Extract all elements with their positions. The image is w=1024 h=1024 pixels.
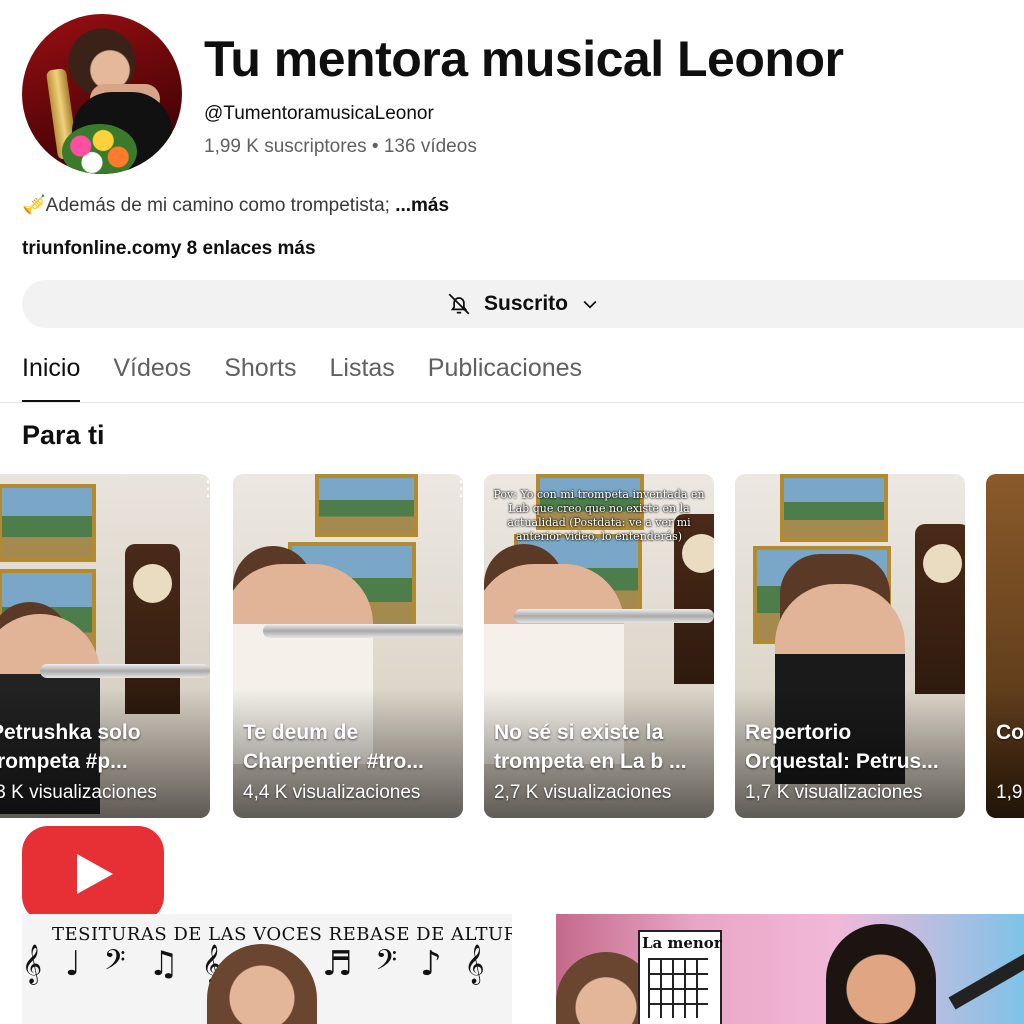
tab-publicaciones[interactable]: Publicaciones [428, 354, 582, 402]
channel-avatar[interactable] [22, 14, 182, 174]
shorts-shelf: Petrushka solo trompeta #p... ,3 K visua… [0, 474, 1024, 820]
short-title: No sé si existe la trompeta en La b ... [494, 721, 687, 773]
avatar-flowers [62, 124, 137, 174]
clock-graphic [915, 524, 965, 694]
video-thumbnail[interactable]: TESITURAS DE LAS VOCES REBASE DE ALTURA.… [22, 914, 512, 1024]
more-options-icon[interactable]: ⋮ [198, 479, 210, 504]
trumpet-graphic [40, 664, 210, 678]
short-views: ,3 K visualizaciones [0, 782, 157, 803]
short-title: Petrushka solo trompeta #p... [0, 721, 141, 773]
chord-grid [648, 958, 708, 1018]
painting-graphic [315, 474, 418, 537]
tab-videos[interactable]: Vídeos [113, 354, 191, 402]
tab-shorts[interactable]: Shorts [224, 354, 296, 402]
channel-links[interactable]: triunfonline.comy 8 enlaces más [22, 238, 316, 260]
channel-handle: @TumentoramusicaLeonor [204, 103, 434, 124]
chevron-down-icon [583, 300, 597, 309]
chord-label: La menor [642, 934, 722, 952]
subscribe-label: Suscrito [483, 292, 569, 315]
tab-listas[interactable]: Listas [329, 354, 394, 402]
description-text: Además de mi camino como trompetista; [45, 195, 390, 216]
video-thumbnail[interactable]: La menor [556, 914, 1024, 1024]
painting-graphic [0, 484, 96, 562]
tabs-divider [0, 402, 1024, 403]
music-notes-graphic: 𝄞 ♩ 𝄢 ♫ 𝄞 [22, 944, 228, 984]
channel-description[interactable]: 🎺Además de mi camino como trompetista; .… [22, 193, 449, 217]
short-title: Te deum de Charpentier #tro... [243, 721, 424, 773]
short-card[interactable]: Te deum de Charpentier #tro... 4,4 K vis… [233, 474, 463, 818]
trumpet-emoji-icon: 🎺 [22, 195, 46, 216]
chord-diagram: La menor [638, 930, 722, 1024]
short-card[interactable]: Pov: Yo con mi trompeta inventada en Lab… [484, 474, 714, 818]
more-button[interactable]: ...más [395, 195, 449, 216]
link-host[interactable]: triunfonline.com [22, 238, 171, 259]
short-card[interactable]: Co mi 1,9 [986, 474, 1024, 818]
short-overlay-text: Pov: Yo con mi trompeta inventada en Lab… [493, 488, 705, 543]
short-card[interactable]: Repertorio Orquestal: Petrus... 1,7 K vi… [735, 474, 965, 818]
short-title: Co mi [996, 721, 1024, 744]
play-icon [77, 854, 113, 894]
link-more[interactable]: y 8 enlaces más [171, 238, 316, 259]
short-views: 1,7 K visualizaciones [745, 782, 923, 803]
channel-name: Tu mentora musical Leonor [204, 31, 844, 87]
person-graphic [826, 924, 936, 1024]
video-thumbnail-text: TESITURAS DE LAS VOCES REBASE DE ALTURA.… [52, 924, 512, 945]
bell-off-icon [448, 293, 470, 315]
short-views: 1,9 [996, 782, 1023, 803]
youtube-logo-icon[interactable] [22, 826, 164, 922]
trumpet-graphic [263, 624, 463, 638]
music-notes-graphic: ♬ 𝄢 ♪ 𝄞 [322, 944, 491, 984]
short-card[interactable]: Petrushka solo trompeta #p... ,3 K visua… [0, 474, 210, 818]
short-views: 2,7 K visualizaciones [494, 782, 672, 803]
painting-graphic [780, 474, 888, 542]
channel-stats: 1,99 K suscriptores • 136 vídeos [204, 136, 477, 158]
subscriber-count: 1,99 K suscriptores [204, 136, 367, 157]
subscribe-button[interactable]: Suscrito [22, 280, 1024, 328]
trumpet-graphic [514, 609, 714, 623]
tab-inicio[interactable]: Inicio [22, 354, 81, 402]
video-count: 136 vídeos [383, 136, 477, 157]
short-views: 4,4 K visualizaciones [243, 782, 421, 803]
section-title: Para ti [22, 420, 105, 450]
guitar-graphic [948, 952, 1024, 1010]
channel-tabs: Inicio Vídeos Shorts Listas Publicacione… [22, 354, 582, 402]
stats-separator: • [371, 136, 379, 157]
more-options-icon[interactable]: ⋮ [451, 479, 463, 504]
short-title: Repertorio Orquestal: Petrus... [745, 721, 939, 773]
